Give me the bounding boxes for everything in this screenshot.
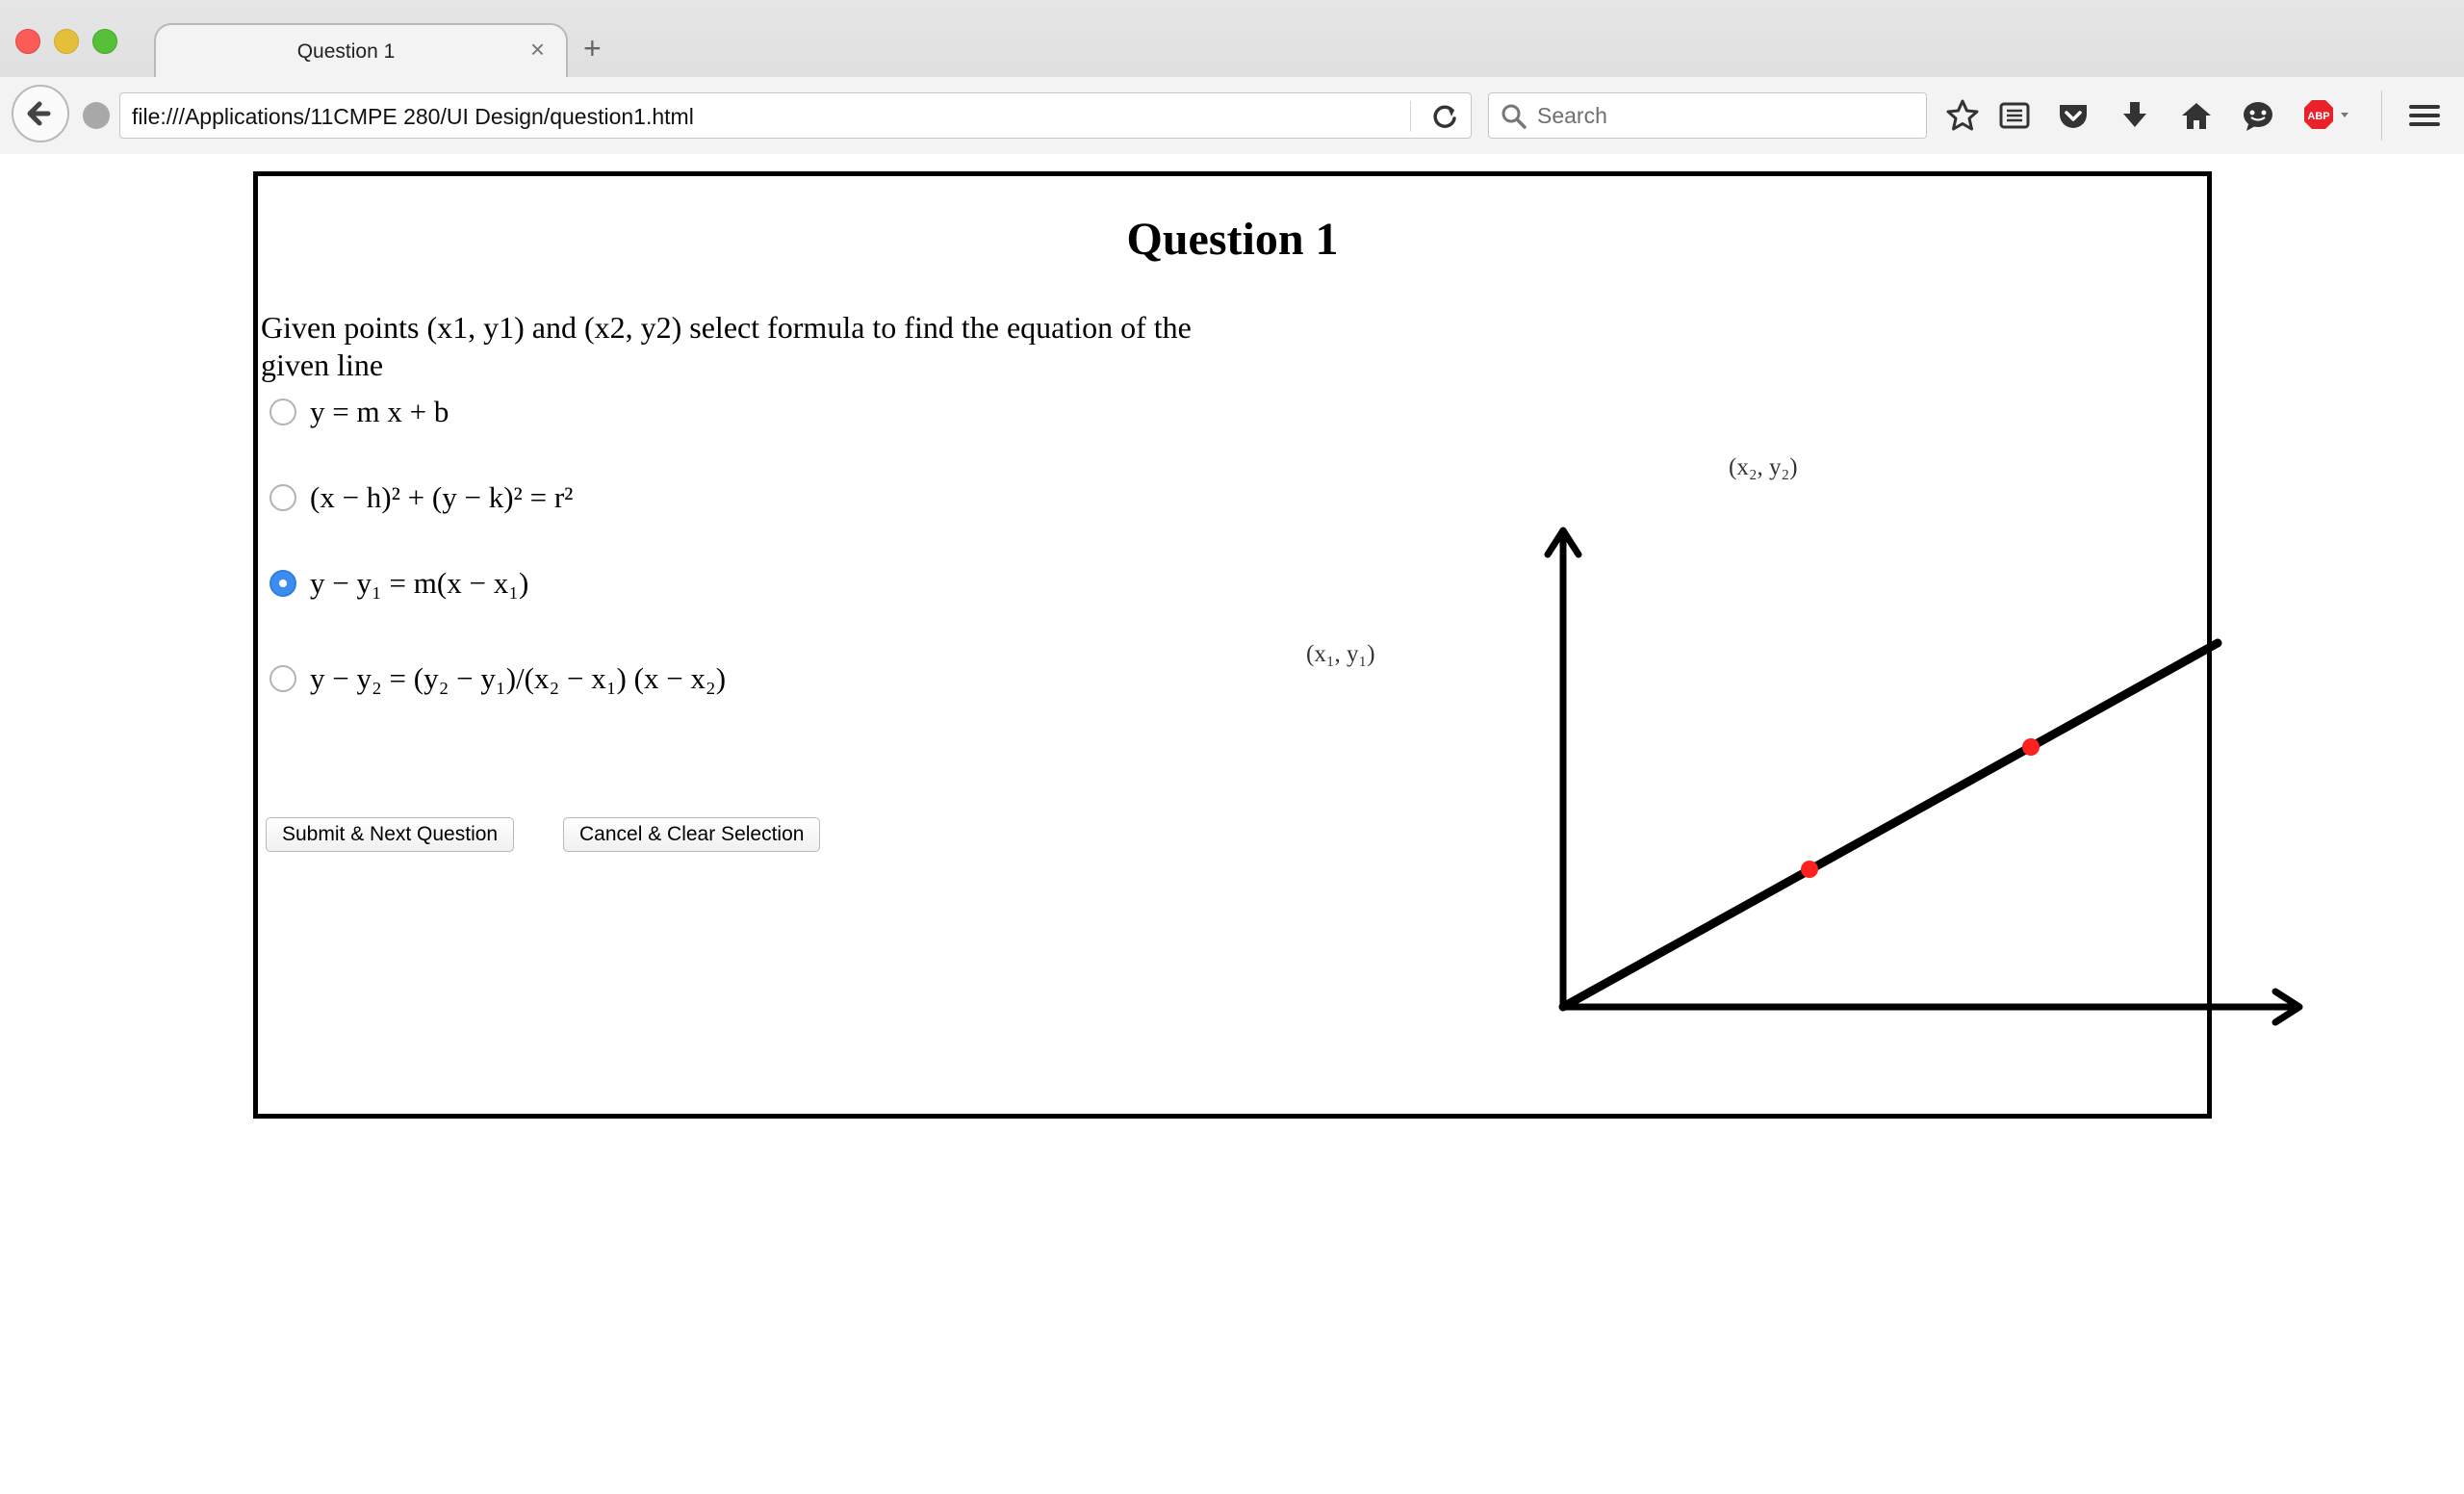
browser-chrome: Question 1 × + file:///Applications/11CM… bbox=[0, 0, 2464, 154]
cancel-clear-button[interactable]: Cancel & Clear Selection bbox=[563, 817, 821, 852]
point-1-label: (x₁, y₁) bbox=[1306, 641, 1375, 667]
question-title: Question 1 bbox=[1126, 214, 1339, 265]
option-2-radio[interactable] bbox=[270, 484, 296, 511]
y-axis bbox=[1544, 527, 1582, 1011]
adblock-plus-icon[interactable]: ABP bbox=[2300, 96, 2356, 135]
search-icon bbox=[1502, 104, 1527, 129]
home-icon[interactable] bbox=[2177, 96, 2216, 135]
pocket-icon[interactable] bbox=[2054, 96, 2092, 135]
url-bar[interactable]: file:///Applications/11CMPE 280/UI Desig… bbox=[119, 92, 1472, 139]
back-button[interactable] bbox=[12, 85, 69, 142]
option-3-formula: y − y₁ = m(x − x₁) bbox=[310, 566, 529, 600]
tab-close-icon[interactable]: × bbox=[530, 37, 545, 62]
option-4-radio[interactable] bbox=[270, 665, 296, 692]
reload-icon[interactable] bbox=[1429, 101, 1460, 132]
search-input[interactable] bbox=[1537, 99, 1912, 132]
point-2-marker bbox=[2022, 738, 2040, 756]
option-circle[interactable]: (x − h)² + (y − k)² = r² bbox=[270, 471, 573, 525]
x-axis bbox=[1559, 988, 2303, 1026]
navigation-toolbar: file:///Applications/11CMPE 280/UI Desig… bbox=[0, 77, 2464, 154]
url-divider bbox=[1410, 101, 1411, 132]
option-1-formula: y = m x + b bbox=[310, 395, 449, 428]
back-arrow-icon bbox=[27, 101, 51, 126]
graph-line bbox=[1558, 638, 2222, 1012]
point-2-label: (x₂, y₂) bbox=[1729, 454, 1798, 480]
point-1-marker bbox=[1801, 861, 1818, 878]
menu-icon[interactable] bbox=[2405, 96, 2444, 135]
search-bar[interactable] bbox=[1488, 92, 1927, 139]
browser-tab[interactable]: Question 1 × bbox=[154, 23, 568, 77]
globe-icon bbox=[83, 102, 110, 129]
option-slope-intercept[interactable]: y = m x + b bbox=[270, 385, 449, 439]
bookmark-star-icon[interactable] bbox=[1943, 96, 1982, 135]
tab-title: Question 1 bbox=[296, 40, 396, 63]
option-3-radio[interactable] bbox=[270, 570, 296, 597]
reading-list-icon[interactable] bbox=[1995, 96, 2034, 135]
option-4-formula: y − y₂ = (y₂ − y₁)/(x₂ − x₁) (x − x₂) bbox=[310, 661, 727, 695]
submit-next-button[interactable]: Submit & Next Question bbox=[266, 817, 515, 852]
option-1-radio[interactable] bbox=[270, 399, 296, 425]
question-panel: Question 1 Given points (x1, y1) and (x2… bbox=[253, 171, 2303, 1119]
option-two-point[interactable]: y − y₂ = (y₂ − y₁)/(x₂ − x₁) (x − x₂) bbox=[270, 652, 726, 706]
window-close-button[interactable] bbox=[15, 29, 40, 54]
option-2-formula: (x − h)² + (y − k)² = r² bbox=[310, 480, 574, 514]
download-icon[interactable] bbox=[2116, 96, 2154, 135]
toolbar-separator bbox=[2381, 90, 2382, 141]
window-maximize-button[interactable] bbox=[92, 29, 117, 54]
svg-text:ABP: ABP bbox=[2307, 111, 2329, 122]
url-text[interactable]: file:///Applications/11CMPE 280/UI Desig… bbox=[132, 104, 694, 130]
window-minimize-button[interactable] bbox=[54, 29, 79, 54]
option-point-slope[interactable]: y − y₁ = m(x − x₁) bbox=[270, 556, 528, 610]
chat-icon[interactable] bbox=[2239, 96, 2277, 135]
question-prompt: Given points (x1, y1) and (x2, y2) selec… bbox=[261, 310, 1192, 382]
new-tab-button[interactable]: + bbox=[583, 33, 602, 64]
line-graph bbox=[1544, 527, 2303, 1026]
